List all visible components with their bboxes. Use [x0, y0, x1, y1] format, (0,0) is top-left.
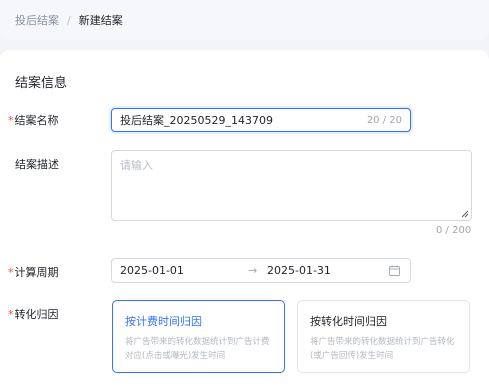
attribution-label: *转化归因: [8, 306, 59, 322]
period-label-text: 计算周期: [14, 266, 59, 279]
option-description: 将广告带来的转化数据统计到广告计费对应(点击或曝光)发生时间: [125, 337, 270, 361]
breadcrumb-parent-link[interactable]: 投后结案: [15, 12, 59, 28]
option-title: 按计费时间归因: [125, 315, 202, 328]
end-date[interactable]: 2025-01-31: [267, 264, 331, 277]
breadcrumb: 投后结案 / 新建结案: [0, 0, 489, 40]
form-card: 结案信息 *结案名称 投后结案_20250529_143709 20 / 20 …: [0, 50, 489, 387]
start-date[interactable]: 2025-01-01: [120, 264, 184, 277]
description-label: 结案描述: [8, 156, 59, 172]
name-label-text: 结案名称: [14, 114, 59, 127]
option-title: 按转化时间归因: [310, 315, 387, 328]
option-description: 将广告带来的转化数据统计到广告转化(或广告回传)发生时间: [310, 337, 455, 361]
attribution-option-conversion-time[interactable]: 按转化时间归因 将广告带来的转化数据统计到广告转化(或广告回传)发生时间: [297, 300, 470, 373]
name-label: *结案名称: [8, 112, 59, 128]
breadcrumb-current: 新建结案: [78, 14, 123, 27]
period-label: *计算周期: [8, 264, 59, 280]
description-label-text: 结案描述: [15, 158, 59, 171]
attribution-label-text: 转化归因: [14, 308, 59, 321]
breadcrumb-separator: /: [67, 13, 71, 27]
name-char-count: 20 / 20: [366, 114, 402, 126]
attribution-option-billing-time[interactable]: 按计费时间归因 将广告带来的转化数据统计到广告计费对应(点击或曝光)发生时间: [112, 300, 285, 373]
required-mark: *: [8, 266, 14, 279]
description-placeholder: 请输入: [120, 159, 153, 172]
date-range-picker[interactable]: 2025-01-01 → 2025-01-31: [111, 258, 411, 283]
name-input[interactable]: 投后结案_20250529_143709 20 / 20: [111, 108, 411, 132]
required-mark: *: [8, 308, 14, 321]
description-char-count: 0 / 200: [436, 225, 472, 236]
name-input-value: 投后结案_20250529_143709: [120, 114, 273, 127]
section-title: 结案信息: [15, 76, 68, 91]
required-mark: *: [8, 114, 14, 127]
description-textarea[interactable]: 请输入: [111, 150, 472, 221]
resize-handle-icon[interactable]: [461, 210, 469, 218]
arrow-right-icon: →: [248, 264, 258, 277]
calendar-icon[interactable]: [389, 265, 400, 276]
